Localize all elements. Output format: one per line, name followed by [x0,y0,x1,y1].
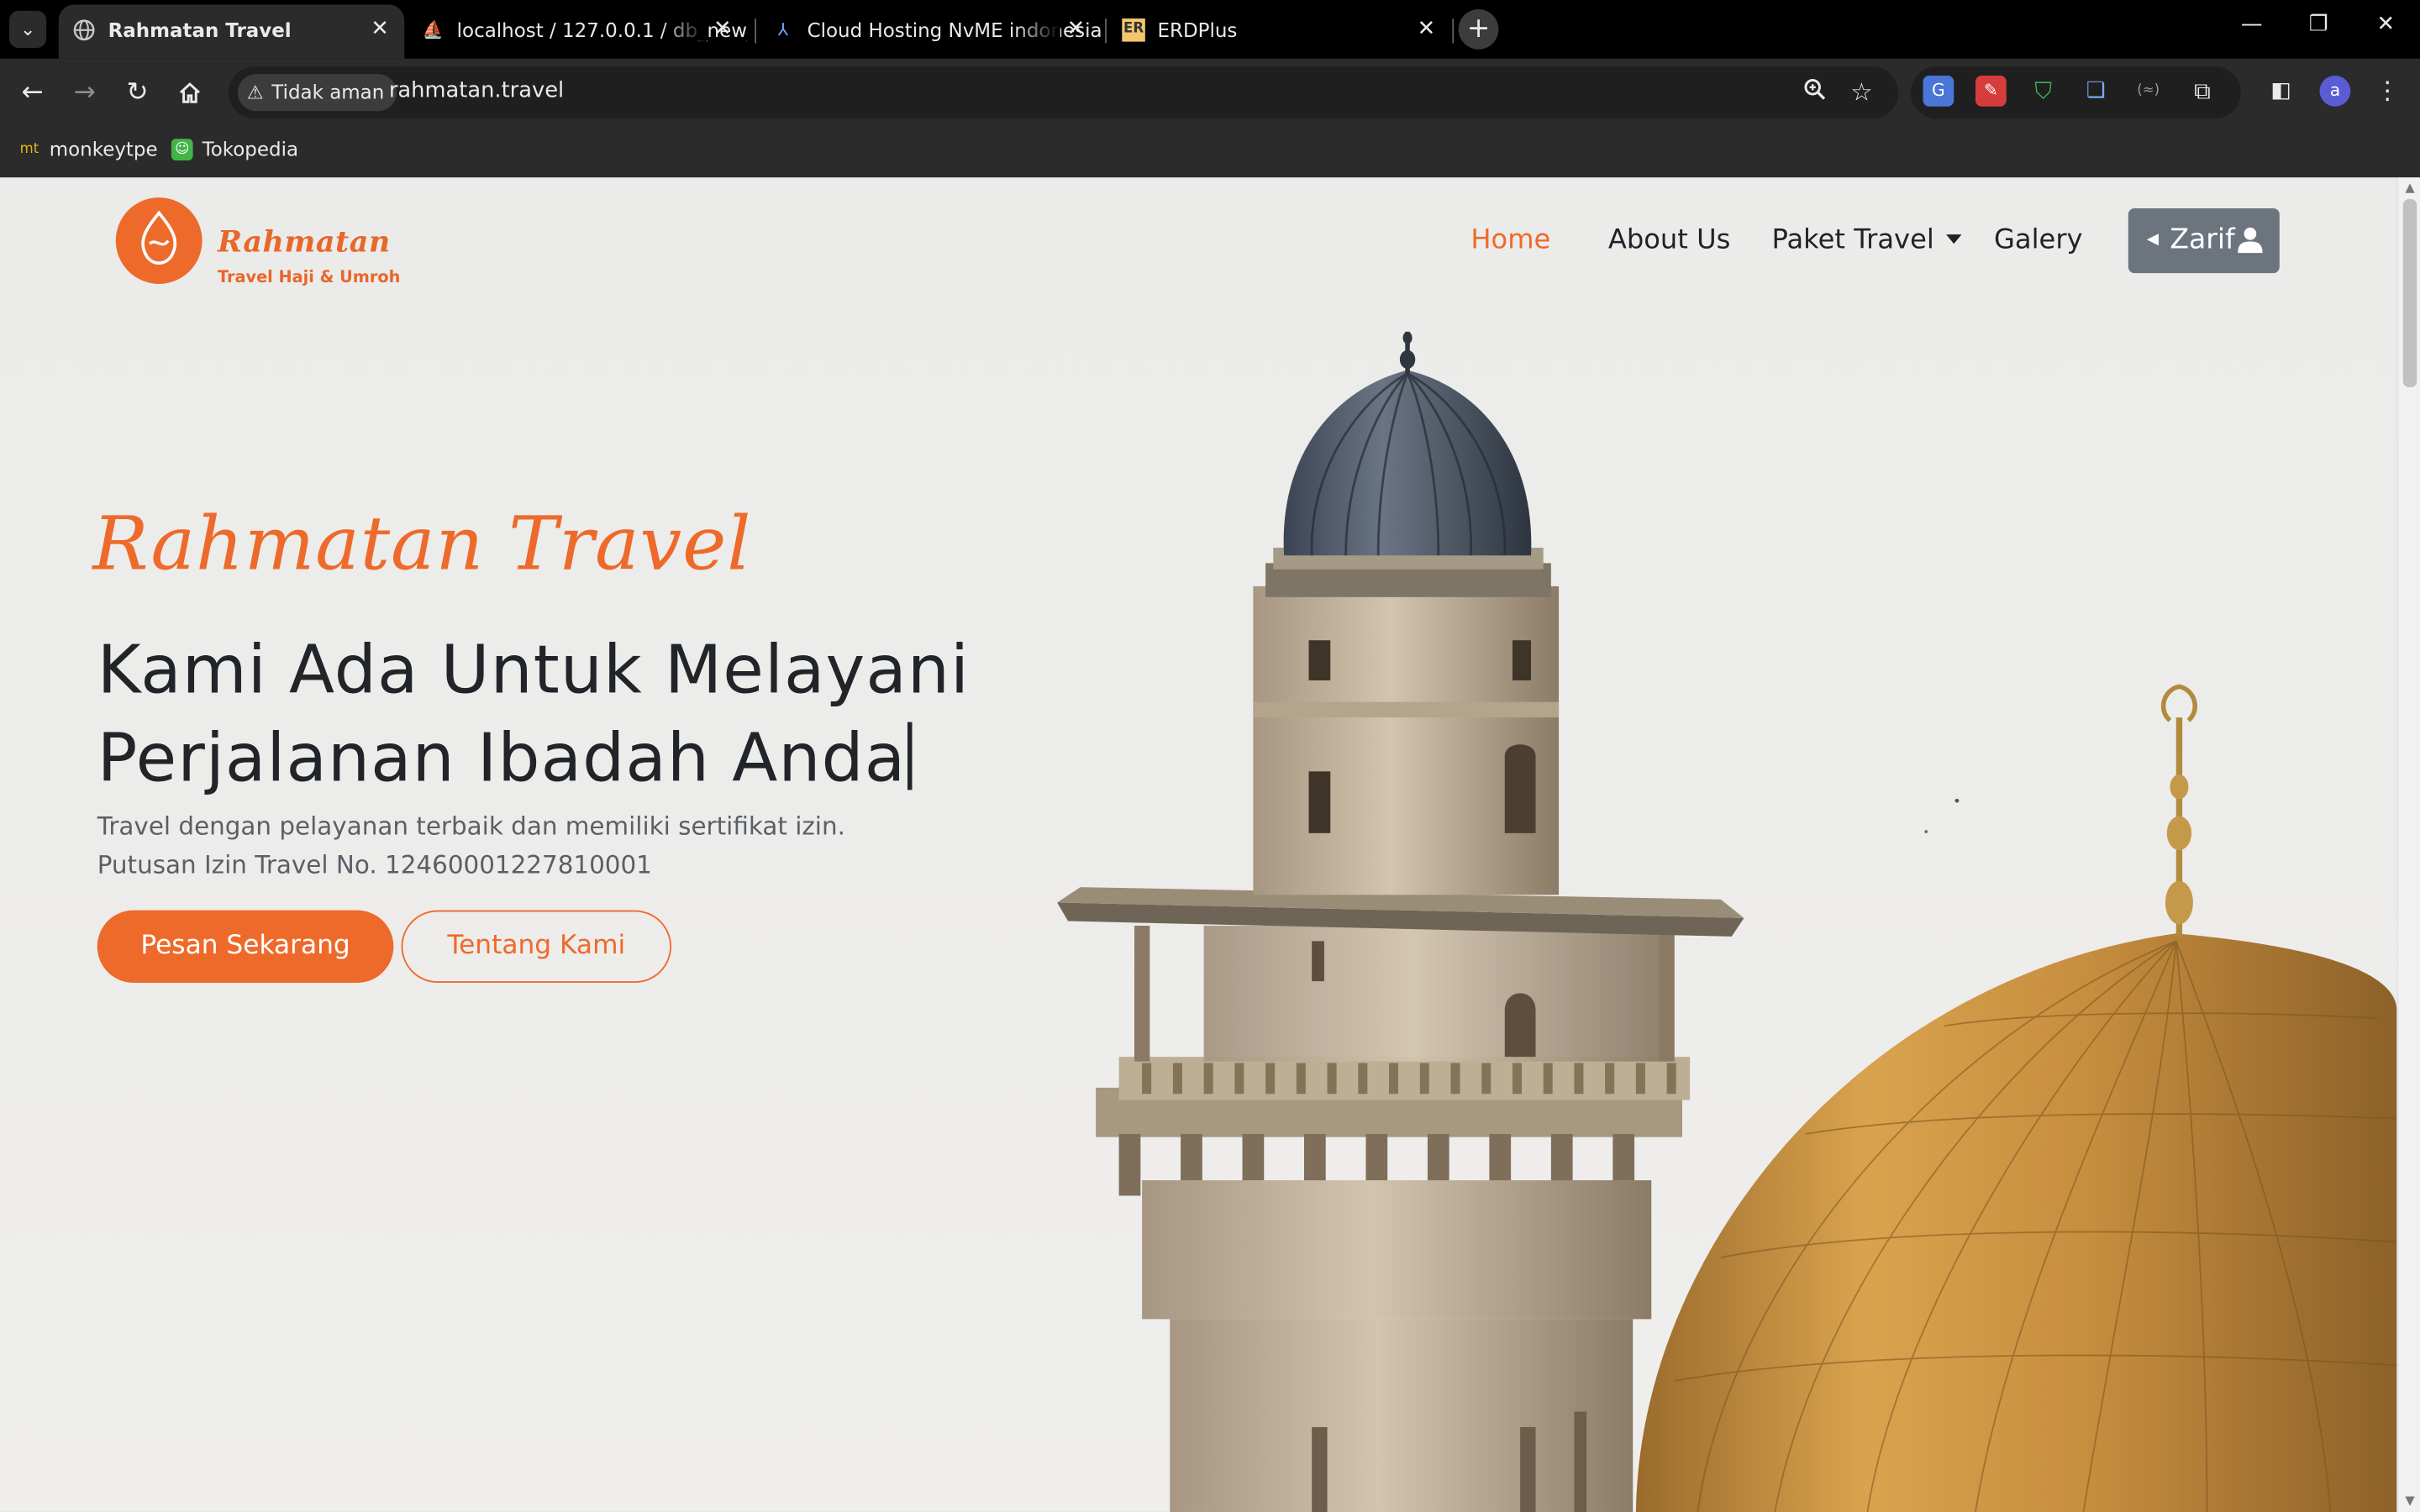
copy-extension-icon[interactable]: ❏ [2081,76,2112,107]
wavy-extension-icon[interactable]: (≈) [2133,76,2164,107]
shield-extension-icon[interactable]: ⛉ [2028,76,2059,107]
nav-about-us[interactable]: About Us [1608,225,1731,256]
hero-title-line1: Kami Ada Untuk Melayani [97,633,971,710]
tab-erdplus[interactable]: ER ERDPlus ✕ [1108,5,1451,59]
profile-avatar[interactable]: a [2319,75,2351,107]
nav-paket-travel[interactable]: Paket Travel [1772,225,1962,256]
logo-emblem-icon [115,197,203,284]
user-name: Zarif [2170,223,2235,256]
hero-title: Kami Ada Untuk Melayani Perjalanan Ibada… [97,628,1085,804]
bookmark-star-icon[interactable]: ☆ [1850,77,1872,107]
security-chip[interactable]: ⚠ Tidak aman [237,74,397,112]
pesan-sekarang-button[interactable]: Pesan Sekarang [97,910,394,983]
back-icon[interactable]: ← [14,74,51,111]
bookmark-label: monkeytpe [49,137,158,161]
page-scrollbar[interactable]: ▲ ▼ [2396,177,2420,1512]
pdf-extension-icon[interactable]: ✎ [1975,75,2007,107]
close-tab-icon[interactable]: ✕ [713,5,732,56]
user-dropdown-button[interactable]: ◀ Zarif [2128,207,2280,274]
globe-icon [72,18,96,42]
close-window-icon[interactable]: ✕ [2377,13,2396,37]
restore-icon[interactable]: ❐ [2309,13,2328,37]
page-viewport: Rahmatan Travel Haji & Umroh Home About … [0,177,2420,1512]
nav-paket-travel-label: Paket Travel [1771,225,1934,256]
text-cursor [908,722,913,790]
scroll-thumb[interactable] [2402,198,2417,388]
caret-left-icon: ◀ [2146,231,2159,249]
nav-home[interactable]: Home [1470,225,1550,256]
scroll-down-icon[interactable]: ▼ [2403,1494,2417,1508]
hosting-icon: ⅄ [777,19,789,40]
warning-icon: ⚠ [246,81,264,104]
tab-title: Rahmatan Travel [108,18,292,42]
monkeytype-icon: mt [19,141,39,158]
home-icon[interactable] [171,74,208,111]
forward-icon[interactable]: → [66,74,103,111]
nav-galery[interactable]: Galery [1994,225,2083,256]
tab-search-button[interactable]: ⌄ [9,10,47,48]
hero-desc-line1: Travel dengan pelayanan terbaik dan memi… [97,811,845,842]
security-label: Tidak aman [271,80,385,104]
browser-toolbar: ← → ↻ ⚠ Tidak aman rahmatan.travel ☆ G ✎… [0,58,2420,127]
close-tab-icon[interactable]: ✕ [1418,5,1436,56]
caret-down-icon [1946,234,1962,244]
bookmark-label: Tokopedia [202,137,299,161]
scroll-up-icon[interactable]: ▲ [2403,181,2417,195]
site-logo[interactable]: Rahmatan Travel Haji & Umroh [115,197,409,287]
puzzle-extensions-icon[interactable]: ⧉ [2187,76,2218,107]
logo-tagline: Travel Haji & Umroh [217,268,401,287]
hero-desc-line2: Putusan Izin Travel No. 1246000122781000… [97,850,652,879]
new-tab-button[interactable]: + [1458,9,1499,50]
menu-kebab-icon[interactable]: ⋮ [2372,76,2403,107]
tab-cloud-hosting[interactable]: ⅄ Cloud Hosting NvME indonesia ✕ [758,4,1101,59]
close-tab-icon[interactable]: ✕ [371,5,389,56]
side-panel-icon[interactable]: ◧ [2265,76,2296,107]
logo-name: Rahmatan [217,225,391,260]
address-bar[interactable]: ⚠ Tidak aman rahmatan.travel ☆ [228,66,1899,119]
bookmark-monkeytype[interactable]: mt monkeytpe [18,137,158,160]
tab-title: ERDPlus [1157,18,1238,42]
bookmark-tokopedia[interactable]: ☺ Tokopedia [171,137,299,161]
tab-strip: ⌄ Rahmatan Travel ✕ ⛵ localhost / 127.0.… [0,0,2420,59]
erdplus-icon: ER [1122,18,1145,42]
hero-script-title: Rahmatan Travel [92,501,752,588]
tentang-kami-button[interactable]: Tentang Kami [401,910,671,983]
hero-title-line2: Perjalanan Ibadah Anda [97,720,907,798]
tab-rahmatan-travel[interactable]: Rahmatan Travel ✕ [58,4,405,59]
phpmyadmin-icon: ⛵ [422,19,444,40]
translate-extension-icon[interactable]: G [1923,75,1954,107]
user-icon [2238,227,2263,254]
url-text[interactable]: rahmatan.travel [389,79,564,103]
tab-phpmyadmin[interactable]: ⛵ localhost / 127.0.0.1 / db_new_r ✕ [408,4,747,59]
hero-description: Travel dengan pelayanan terbaik dan memi… [97,807,845,885]
minimize-icon[interactable]: — [2241,13,2263,37]
zoom-icon[interactable] [1802,77,1827,108]
reload-icon[interactable]: ↻ [118,74,155,111]
tokopedia-icon: ☺ [171,139,193,161]
close-tab-icon[interactable]: ✕ [1067,5,1086,56]
bookmarks-bar: mt monkeytpe ☺ Tokopedia [0,126,2420,178]
